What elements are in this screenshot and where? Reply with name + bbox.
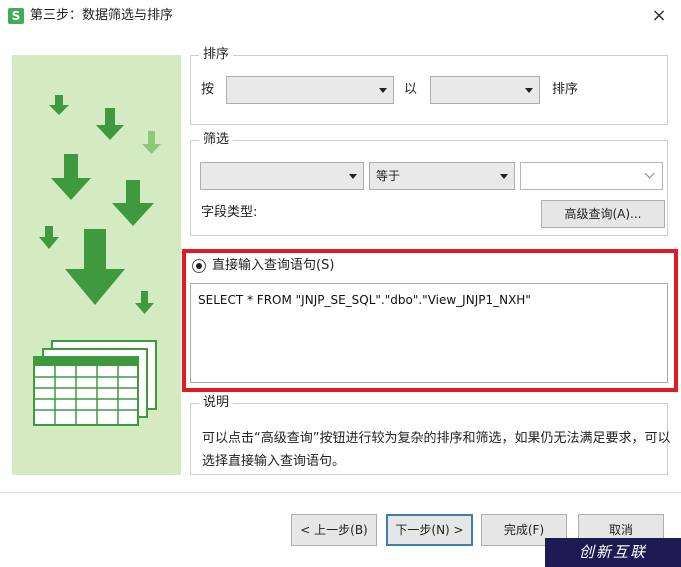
chevron-down-icon [525,88,533,93]
spreadsheet-icon [33,340,157,426]
description-title: 说明 [199,395,234,411]
illustration-panel [12,55,181,475]
down-arrow-icon [39,226,59,249]
chevron-down-icon [644,168,655,179]
dialog-title: 第三步：数据筛选与排序 [30,8,174,23]
filter-operator-select[interactable]: 等于 [369,162,515,190]
chevron-down-icon [379,88,387,93]
description-text: 可以点击“高级查询”按钮进行较为复杂的排序和筛选，如果仍无法满足要求，可以选择直… [202,431,671,469]
down-arrow-icon [65,229,125,305]
filter-operator-value: 等于 [376,169,401,183]
footer-divider [0,492,681,493]
chevron-down-icon [349,174,357,179]
down-arrow-icon [51,154,91,200]
app-logo-icon: S [8,8,24,24]
down-arrow-icon [49,95,69,115]
direct-query-label[interactable]: 直接输入查询语句(S) [212,258,334,274]
sort-suffix-label: 排序 [552,82,579,97]
direct-query-radio[interactable] [192,259,206,273]
filter-group-title: 筛选 [199,132,234,148]
filter-illustration [33,95,161,426]
back-button[interactable]: < 上一步(B) [291,514,377,546]
down-arrow-icon [112,180,154,226]
sort-field-select[interactable] [226,76,394,104]
sort-order-select[interactable] [430,76,540,104]
close-button[interactable]: × [646,3,672,29]
watermark-logo: 创新互联 [545,538,681,567]
down-arrow-icon [135,291,154,314]
sort-by-label: 按 [201,82,215,97]
field-type-label: 字段类型: [201,205,258,220]
title-bar: S 第三步：数据筛选与排序 × [0,0,681,32]
down-arrow-icon [96,108,124,140]
chevron-down-icon [500,174,508,179]
sql-query-textarea[interactable]: SELECT * FROM "JNJP_SE_SQL"."dbo"."View_… [190,283,668,383]
sort-group-title: 排序 [199,47,234,63]
next-button[interactable]: 下一步(N) > [386,514,473,546]
advanced-query-button[interactable]: 高级查询(A)... [541,200,665,228]
down-arrow-icon [142,131,161,154]
sort-with-label: 以 [404,82,418,97]
filter-field-select[interactable] [200,162,364,190]
filter-value-combobox[interactable] [520,162,663,190]
sql-query-text: SELECT * FROM "JNJP_SE_SQL"."dbo"."View_… [198,293,531,307]
